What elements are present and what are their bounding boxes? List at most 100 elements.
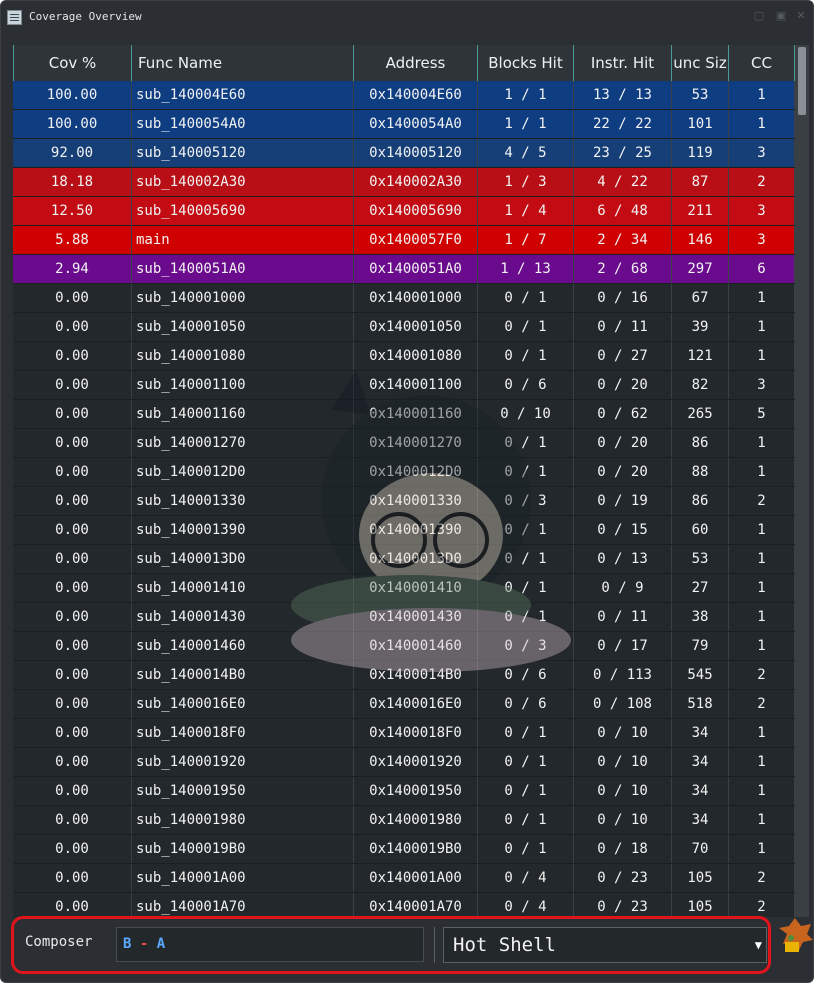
- cell-address: 0x140004E60: [354, 81, 478, 109]
- cell-blocks-hit: 1 / 1: [478, 110, 574, 138]
- column-header-func-name[interactable]: Func Name: [132, 45, 354, 81]
- vertical-scrollbar[interactable]: [795, 45, 809, 917]
- minimize-icon[interactable]: ▢: [753, 10, 765, 22]
- cell-blocks-hit: 0 / 1: [478, 603, 574, 631]
- column-header-func-size[interactable]: unc Siz: [672, 45, 729, 81]
- cell-func-name: sub_140001920: [132, 748, 354, 776]
- cell-func-size: 27: [672, 574, 729, 602]
- table-row[interactable]: 0.00 sub_1400018F0 0x1400018F0 0 / 10 / 10 3…: [13, 719, 795, 748]
- table-row[interactable]: 0.00 sub_140001390 0x140001390 0 / 10 / 15 6…: [13, 516, 795, 545]
- table-row[interactable]: 0.00 sub_140001160 0x140001160 0 / 10 0 / 62…: [13, 400, 795, 429]
- cell-instr-hit: 13 / 13: [574, 81, 672, 109]
- table-row[interactable]: 0.00 sub_140001A00 0x140001A00 0 / 40 / 23 1…: [13, 864, 795, 893]
- cell-instr-hit: 2 / 34: [574, 226, 672, 254]
- table-row[interactable]: 0.00 sub_140001410 0x140001410 0 / 10 / 9 27…: [13, 574, 795, 603]
- cell-address: 0x140001950: [354, 777, 478, 805]
- restore-icon[interactable]: ▣: [775, 10, 787, 22]
- chevron-down-icon[interactable]: ▼: [755, 928, 762, 962]
- table-row[interactable]: 100.00 sub_1400054A0 0x1400054A0 1 / 1 22 / …: [13, 110, 795, 139]
- cell-cc: 1: [729, 342, 795, 370]
- table-row[interactable]: 0.00 sub_140001430 0x140001430 0 / 10 / 11 3…: [13, 603, 795, 632]
- cell-instr-hit: 0 / 10: [574, 748, 672, 776]
- table-row[interactable]: 0.00 sub_1400013D0 0x1400013D0 0 / 10 / 13 5…: [13, 545, 795, 574]
- table-row[interactable]: 0.00 sub_140001980 0x140001980 0 / 10 / 10 3…: [13, 806, 795, 835]
- table-row[interactable]: 0.00 sub_140001330 0x140001330 0 / 30 / 19 8…: [13, 487, 795, 516]
- cell-cc: 2: [729, 690, 795, 718]
- cell-address: 0x140001430: [354, 603, 478, 631]
- cell-address: 0x140005120: [354, 139, 478, 167]
- table-row[interactable]: 0.00 sub_140001270 0x140001270 0 / 10 / 20 8…: [13, 429, 795, 458]
- cell-address: 0x140001270: [354, 429, 478, 457]
- table-row[interactable]: 0.00 sub_1400012D0 0x1400012D0 0 / 10 / 20 8…: [13, 458, 795, 487]
- column-header-blocks-hit[interactable]: Blocks Hit: [478, 45, 574, 81]
- table-row[interactable]: 0.00 sub_140001460 0x140001460 0 / 30 / 17 7…: [13, 632, 795, 661]
- cell-instr-hit: 2 / 68: [574, 255, 672, 283]
- cell-func-name: sub_140002A30: [132, 168, 354, 196]
- table-row[interactable]: 5.88 main 0x1400057F0 1 / 72 / 34 146 3: [13, 226, 795, 255]
- cell-cov: 100.00: [13, 81, 132, 109]
- cell-cc: 3: [729, 226, 795, 254]
- cell-address: 0x1400019B0: [354, 835, 478, 863]
- cell-blocks-hit: 0 / 1: [478, 458, 574, 486]
- table-row[interactable]: 0.00 sub_140001920 0x140001920 0 / 10 / 10 3…: [13, 748, 795, 777]
- cell-instr-hit: 0 / 18: [574, 835, 672, 863]
- column-header-cc[interactable]: CC: [729, 45, 795, 81]
- cell-cc: 1: [729, 806, 795, 834]
- cell-func-size: 545: [672, 661, 729, 689]
- table-row[interactable]: 18.18 sub_140002A30 0x140002A30 1 / 34 / 22…: [13, 168, 795, 197]
- close-icon[interactable]: ✕: [795, 10, 807, 22]
- cell-address: 0x1400051A0: [354, 255, 478, 283]
- cell-func-size: 146: [672, 226, 729, 254]
- table-row[interactable]: 0.00 sub_140001950 0x140001950 0 / 10 / 10 3…: [13, 777, 795, 806]
- cell-cov: 0.00: [13, 313, 132, 341]
- cell-address: 0x1400013D0: [354, 545, 478, 573]
- cell-instr-hit: 0 / 20: [574, 458, 672, 486]
- cell-cov: 0.00: [13, 777, 132, 805]
- table-row[interactable]: 12.50 sub_140005690 0x140005690 1 / 46 / 48…: [13, 197, 795, 226]
- cell-blocks-hit: 0 / 1: [478, 516, 574, 544]
- cell-cc: 1: [729, 748, 795, 776]
- decorative-sticker-icon: [779, 918, 813, 952]
- table-row[interactable]: 0.00 sub_1400019B0 0x1400019B0 0 / 10 / 18 7…: [13, 835, 795, 864]
- cell-cc: 1: [729, 777, 795, 805]
- cell-address: 0x1400016E0: [354, 690, 478, 718]
- cell-cov: 12.50: [13, 197, 132, 225]
- cell-address: 0x140001980: [354, 806, 478, 834]
- cell-cc: 1: [729, 719, 795, 747]
- cell-blocks-hit: 0 / 6: [478, 690, 574, 718]
- cell-cc: 2: [729, 168, 795, 196]
- column-header-address[interactable]: Address: [354, 45, 478, 81]
- cell-func-size: 67: [672, 284, 729, 312]
- table-row[interactable]: 0.00 sub_140001A70 0x140001A70 0 / 40 / 23 1…: [13, 893, 795, 917]
- column-header-instr-hit[interactable]: Instr. Hit: [574, 45, 672, 81]
- table-row[interactable]: 0.00 sub_140001080 0x140001080 0 / 10 / 27 1…: [13, 342, 795, 371]
- table-row[interactable]: 92.00 sub_140005120 0x140005120 4 / 5 23 / 2…: [13, 139, 795, 168]
- scrollbar-thumb[interactable]: [798, 47, 806, 115]
- cell-instr-hit: 22 / 22: [574, 110, 672, 138]
- composer-expression-input[interactable]: B - A: [116, 927, 424, 962]
- cell-func-size: 88: [672, 458, 729, 486]
- shell-select[interactable]: Hot Shell ▼: [443, 927, 767, 963]
- cell-func-size: 86: [672, 429, 729, 457]
- cell-address: 0x140001390: [354, 516, 478, 544]
- table-row[interactable]: 0.00 sub_140001000 0x140001000 0 / 10 / 16 6…: [13, 284, 795, 313]
- table-row[interactable]: 2.94 sub_1400051A0 0x1400051A0 1 / 13 2 / 68…: [13, 255, 795, 284]
- cell-func-size: 34: [672, 777, 729, 805]
- cell-func-name: sub_1400054A0: [132, 110, 354, 138]
- cell-func-name: sub_1400018F0: [132, 719, 354, 747]
- cell-blocks-hit: 0 / 10: [478, 400, 574, 428]
- table-row[interactable]: 0.00 sub_1400014B0 0x1400014B0 0 / 60 / 113…: [13, 661, 795, 690]
- cell-func-name: sub_140004E60: [132, 81, 354, 109]
- cell-func-size: 297: [672, 255, 729, 283]
- cell-func-name: sub_140001430: [132, 603, 354, 631]
- table-row[interactable]: 0.00 sub_1400016E0 0x1400016E0 0 / 60 / 108…: [13, 690, 795, 719]
- column-header-cov[interactable]: Cov %: [13, 45, 132, 81]
- cell-address: 0x140001000: [354, 284, 478, 312]
- cell-cc: 2: [729, 487, 795, 515]
- cell-func-name: sub_140001460: [132, 632, 354, 660]
- table-row[interactable]: 100.00 sub_140004E60 0x140004E60 1 / 1 13 / …: [13, 81, 795, 110]
- table-row[interactable]: 0.00 sub_140001050 0x140001050 0 / 10 / 11 3…: [13, 313, 795, 342]
- cell-instr-hit: 0 / 19: [574, 487, 672, 515]
- table-row[interactable]: 0.00 sub_140001100 0x140001100 0 / 60 / 20 8…: [13, 371, 795, 400]
- cell-cc: 1: [729, 835, 795, 863]
